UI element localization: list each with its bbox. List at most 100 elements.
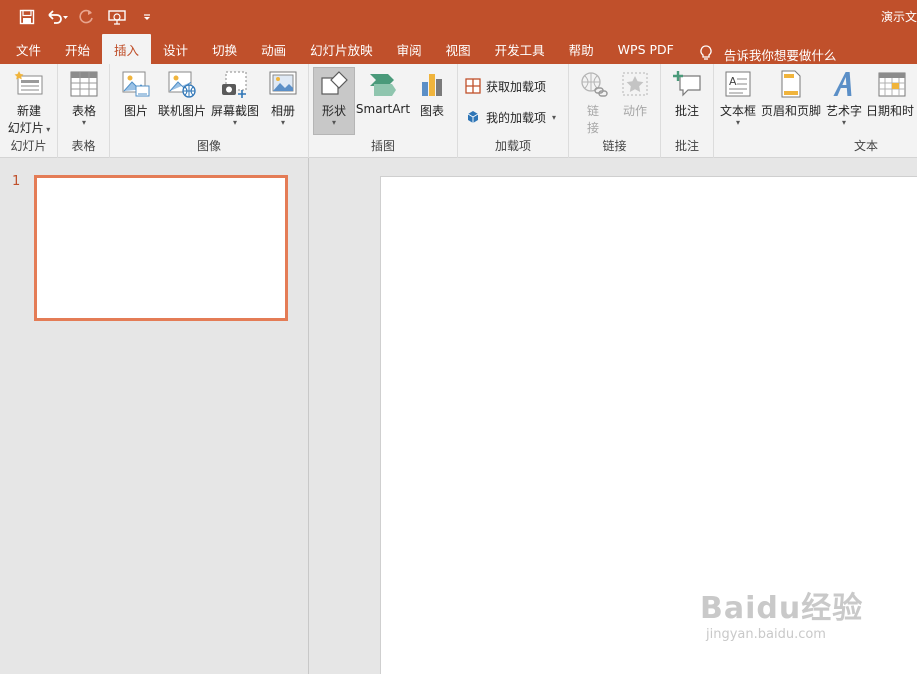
tab-insert[interactable]: 插入 bbox=[102, 34, 152, 64]
picture-button[interactable]: 图片 bbox=[118, 68, 154, 119]
header-footer-icon bbox=[775, 68, 807, 100]
photo-album-label: 相册 bbox=[270, 104, 295, 118]
comment-label: 批注 bbox=[674, 104, 699, 118]
customize-qat-icon[interactable] bbox=[132, 0, 162, 34]
chevron-down-icon: ▾ bbox=[552, 112, 557, 122]
tell-me-box[interactable]: 告诉我你想要做什么 bbox=[686, 45, 837, 64]
online-picture-icon bbox=[166, 68, 198, 100]
group-label-text: 文本 bbox=[853, 139, 878, 153]
present-from-start-icon[interactable] bbox=[102, 0, 132, 34]
watermark-main: Baidu经验 bbox=[700, 591, 864, 626]
action-button[interactable]: 动作 bbox=[617, 68, 653, 119]
group-label-links: 链接 bbox=[602, 139, 627, 153]
action-icon bbox=[619, 68, 651, 100]
picture-label: 图片 bbox=[123, 104, 148, 118]
chevron-down-icon: ▾ bbox=[81, 118, 86, 127]
screenshot-button[interactable]: 屏幕截图 ▾ bbox=[210, 68, 260, 127]
photo-album-icon bbox=[267, 68, 299, 100]
group-label-illustrations: 插图 bbox=[370, 139, 395, 153]
group-label-slides: 幻灯片 bbox=[10, 139, 47, 153]
chevron-down-icon: ▾ bbox=[232, 118, 237, 127]
undo-icon[interactable] bbox=[42, 0, 72, 34]
shapes-button[interactable]: 形状 ▾ bbox=[313, 67, 355, 135]
chevron-down-icon: ▾ bbox=[331, 118, 336, 127]
new-slide-button[interactable]: 新建 幻灯片 ▾ bbox=[4, 68, 54, 136]
textbox-icon: A bbox=[722, 68, 754, 100]
tab-animations[interactable]: 动画 bbox=[249, 34, 298, 64]
ribbon: 新建 幻灯片 ▾ 幻灯片 表格 ▾ 表格 图片 联机图片 屏幕截图 ▾ 相册 ▾… bbox=[0, 64, 917, 158]
chevron-down-icon: ▾ bbox=[735, 118, 740, 127]
group-illustrations: 形状 ▾ SmartArt 图表 插图 bbox=[309, 64, 458, 158]
ribbon-tabs: 文件 开始 插入 设计 切换 动画 幻灯片放映 审阅 视图 开发工具 帮助 WP… bbox=[0, 34, 917, 64]
online-picture-label: 联机图片 bbox=[157, 104, 206, 118]
tab-review[interactable]: 审阅 bbox=[385, 34, 434, 64]
shapes-label: 形状 bbox=[321, 104, 346, 118]
window-title: 演示文 bbox=[880, 10, 917, 24]
get-addins-button[interactable]: 获取加载项 bbox=[464, 77, 546, 95]
textbox-button[interactable]: A 文本框 ▾ bbox=[718, 68, 758, 127]
link-icon bbox=[577, 68, 609, 100]
comment-button[interactable]: 批注 bbox=[669, 68, 705, 119]
tab-view[interactable]: 视图 bbox=[434, 34, 483, 64]
header-footer-button[interactable]: 页眉和页脚 bbox=[760, 68, 822, 119]
chart-button[interactable]: 图表 bbox=[413, 68, 451, 119]
new-slide-label-2: 幻灯片 ▾ bbox=[7, 121, 51, 135]
my-addins-button[interactable]: 我的加载项 ▾ bbox=[464, 108, 556, 126]
group-slides: 新建 幻灯片 ▾ 幻灯片 bbox=[0, 64, 58, 158]
wordart-icon bbox=[828, 68, 860, 100]
slides-pane: 1 bbox=[0, 158, 309, 674]
photo-album-button[interactable]: 相册 ▾ bbox=[264, 68, 302, 127]
comment-icon bbox=[671, 68, 703, 100]
my-addins-icon bbox=[464, 108, 482, 126]
group-label-addins: 加载项 bbox=[494, 139, 531, 153]
group-links: 链 接 动作 链接 bbox=[569, 64, 661, 158]
tab-help[interactable]: 帮助 bbox=[557, 34, 606, 64]
lightbulb-icon bbox=[700, 45, 712, 64]
chevron-down-icon: ▾ bbox=[841, 118, 846, 127]
tab-wps-pdf[interactable]: WPS PDF bbox=[606, 34, 686, 64]
group-label-tables: 表格 bbox=[71, 139, 96, 153]
new-slide-icon bbox=[13, 68, 45, 100]
link-button[interactable]: 链 接 bbox=[575, 68, 611, 136]
wordart-button[interactable]: 艺术字 ▾ bbox=[824, 68, 864, 127]
watermark-sub: jingyan.baidu.com bbox=[706, 627, 826, 642]
online-picture-button[interactable]: 联机图片 bbox=[156, 68, 208, 119]
table-label: 表格 bbox=[71, 104, 96, 118]
picture-icon bbox=[120, 68, 152, 100]
tell-me-text: 告诉我你想要做什么 bbox=[723, 48, 837, 63]
link-label-2: 接 bbox=[586, 121, 599, 135]
save-icon[interactable] bbox=[0, 0, 42, 34]
screenshot-label: 屏幕截图 bbox=[210, 104, 259, 118]
datetime-button[interactable]: 日期和时 bbox=[866, 68, 917, 119]
tab-file[interactable]: 文件 bbox=[0, 34, 53, 64]
chevron-down-icon: ▾ bbox=[280, 118, 285, 127]
action-label: 动作 bbox=[622, 104, 647, 118]
chart-label: 图表 bbox=[419, 104, 444, 118]
table-icon bbox=[68, 68, 100, 100]
get-addins-label: 获取加载项 bbox=[486, 79, 547, 94]
smartart-icon bbox=[367, 68, 399, 100]
table-button[interactable]: 表格 ▾ bbox=[64, 68, 104, 127]
redo-icon[interactable] bbox=[72, 0, 102, 34]
tab-slideshow[interactable]: 幻灯片放映 bbox=[298, 34, 385, 64]
smartart-label: SmartArt bbox=[355, 102, 411, 116]
slide-thumbnail[interactable] bbox=[34, 175, 288, 321]
tab-transitions[interactable]: 切换 bbox=[200, 34, 249, 64]
tab-design[interactable]: 设计 bbox=[151, 34, 200, 64]
group-label-comments: 批注 bbox=[674, 139, 699, 153]
new-slide-label-1: 新建 bbox=[16, 104, 41, 118]
group-comments: 批注 批注 bbox=[661, 64, 714, 158]
tab-home[interactable]: 开始 bbox=[53, 34, 102, 64]
slide-number: 1 bbox=[12, 174, 21, 189]
smartart-button[interactable]: SmartArt bbox=[355, 68, 411, 116]
group-images: 图片 联机图片 屏幕截图 ▾ 相册 ▾ 图像 bbox=[110, 64, 309, 158]
chart-icon bbox=[416, 68, 448, 100]
quick-access-toolbar bbox=[0, 0, 162, 34]
tab-developer[interactable]: 开发工具 bbox=[483, 34, 557, 64]
link-label-1: 链 bbox=[586, 104, 599, 118]
header-footer-label: 页眉和页脚 bbox=[760, 104, 821, 118]
datetime-label: 日期和时 bbox=[866, 104, 915, 118]
chevron-down-icon: ▾ bbox=[43, 125, 51, 134]
group-tables: 表格 ▾ 表格 bbox=[58, 64, 110, 158]
calendar-icon bbox=[876, 68, 908, 100]
